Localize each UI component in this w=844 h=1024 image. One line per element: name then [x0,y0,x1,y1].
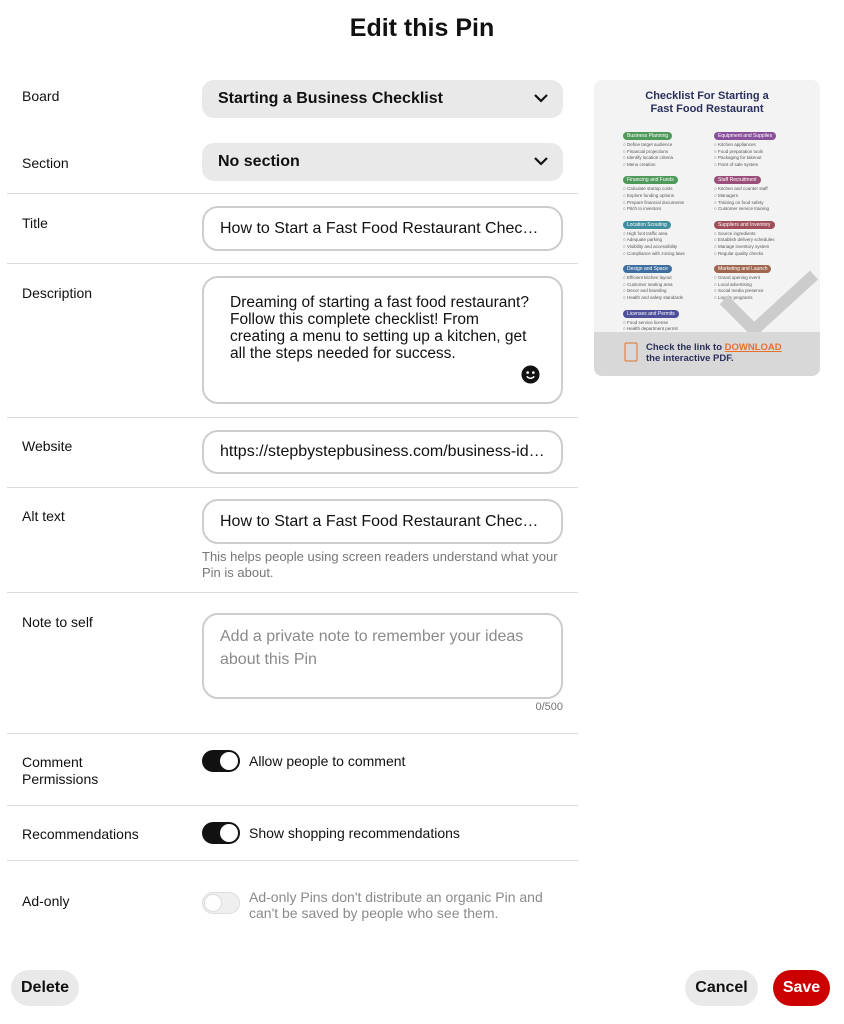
section-select[interactable]: No section [202,143,563,181]
pdf-icon [624,342,638,362]
pin-category: Financing and Funds [623,176,678,185]
pin-category: Equipment and Supplies [714,132,777,140]
ad-only-label: Ad-only [22,893,70,909]
pin-checklist-item: ○ Identify location criteria [623,155,673,161]
pin-checklist-item: ○ Food service license [623,319,668,325]
note-textarea[interactable]: Add a private note to remember your idea… [202,613,563,699]
pin-checklist-item: ○ Kitchen appliances [714,142,756,147]
recommendations-toggle-label: Show shopping recommendations [249,825,460,841]
section-label: Section [22,155,69,171]
pin-checklist-item: ○ Financial projections [623,148,668,154]
pin-checklist-item: ○ Customer service training [714,206,769,212]
delete-button[interactable]: Delete [11,970,79,1006]
pin-footer-text2: the interactive PDF. [646,353,734,364]
pin-checklist-item: ○ Packaging for takeout [714,155,762,161]
pin-checklist-item: ○ Source ingredients [714,230,756,236]
pin-checklist-item: ○ Training on food safety [714,199,764,205]
pin-checklist-item: ○ Pitch to investors [623,206,662,212]
board-label: Board [22,88,60,104]
description-textarea[interactable]: Dreaming of starting a fast food restaur… [202,276,563,404]
divider [7,487,578,488]
cancel-button[interactable]: Cancel [685,970,758,1006]
chevron-down-icon [534,157,548,166]
pin-category: Business Planning [623,132,673,140]
alt-text-input[interactable]: How to Start a Fast Food Restaurant Chec… [202,499,563,544]
divider [7,592,578,593]
pin-image: Checklist For Starting a Fast Food Resta… [594,80,820,376]
divider [7,805,578,806]
pin-category: Staff Recruitment [714,176,761,185]
section-value: No section [218,153,300,170]
save-button[interactable]: Save [773,970,830,1006]
description-label: Description [22,285,93,301]
chevron-down-icon [534,94,548,103]
divider [7,263,578,264]
pin-checklist-item: ○ Kitchen and counter staff [714,186,768,192]
pin-checklist-item: ○ Food preparation tools [714,148,763,154]
comments-toggle-label: Allow people to comment [249,753,406,769]
pin-checklist-item: ○ Establish delivery schedules [714,237,775,243]
pin-footer: Check the link to DOWNLOAD the interacti… [594,332,820,376]
pin-image-title: Checklist For Starting a [645,90,769,102]
alt-text-label: Alt text [22,508,65,524]
pin-checklist-item: ○ Adequate parking [623,237,662,243]
pin-checklist-item: ○ Customer seating area [623,281,673,287]
emoji-icon[interactable] [521,365,540,384]
pin-checklist-item: ○ Efficient kitchen layout [623,275,672,281]
ad-only-toggle[interactable] [202,892,240,914]
recommendations-label: Recommendations [22,826,139,842]
pin-footer-text: Check the link to [646,342,725,353]
alt-text-help: This helps people using screen readers u… [202,549,558,580]
pin-checklist-item: ○ Health and safety standards [623,294,684,300]
pin-checklist-item: ○ Manage inventory system [714,243,770,249]
pin-checklist-item: ○ Compliance with zoning laws [623,250,685,256]
pin-category: Suppliers and Inventory [714,220,775,229]
pin-checklist-item: ○ Managers [714,192,738,198]
pin-checklist-item: ○ Explore funding options [623,192,675,198]
comments-toggle[interactable] [202,750,240,772]
pin-checklist-item: ○ Visibility and accessibility [623,243,678,249]
pin-category: Licenses and Permits [623,309,679,318]
website-input[interactable]: https://stepbystepbusiness.com/business-… [202,430,563,474]
pin-checklist-item: ○ Calculate startup costs [623,186,673,192]
pin-checklist-item: ○ High foot traffic area [623,230,668,236]
title-label: Title [22,215,48,231]
divider [7,193,578,194]
pin-checklist-item: ○ Point of sale system [714,161,759,167]
pin-checklist-item: ○ Define target audience [623,142,673,147]
note-counter: 0/500 [535,701,563,713]
pin-category: Location Scouting [623,220,671,229]
pin-checklist-item: ○ Regular quality checks [714,250,764,256]
ad-only-toggle-label: Ad-only Pins don't distribute an organic… [249,889,543,921]
website-label: Website [22,438,73,454]
divider [7,733,578,734]
pin-category: Design and Space [623,265,672,274]
divider [7,417,578,418]
pin-image-subtitle: Fast Food Restaurant [650,103,764,115]
note-placeholder: Add a private note to remember your idea… [220,628,524,668]
recommendations-toggle[interactable] [202,822,240,844]
board-value: Starting a Business Checklist [218,90,443,107]
pin-checklist-item: ○ Decor and branding [623,288,667,294]
note-label: Note to self [22,614,93,630]
page-title: Edit this Pin [349,14,495,42]
pin-checklist-item: ○ Prepare financial documents [623,199,685,205]
title-input[interactable]: How to Start a Fast Food Restaurant Chec… [202,206,563,251]
pin-checklist-item: ○ Menu creation [623,161,656,167]
pin-footer-link: DOWNLOAD [724,342,782,353]
comments-label: Comment Permissions [22,754,99,787]
divider [7,860,578,861]
checkmark-graphic [719,270,819,339]
pin-checklist-left: Business Planning ○ Define target audienc… [623,124,723,346]
description-value: Dreaming of starting a fast food restaur… [230,294,529,362]
board-select[interactable]: Starting a Business Checklist [202,80,563,118]
